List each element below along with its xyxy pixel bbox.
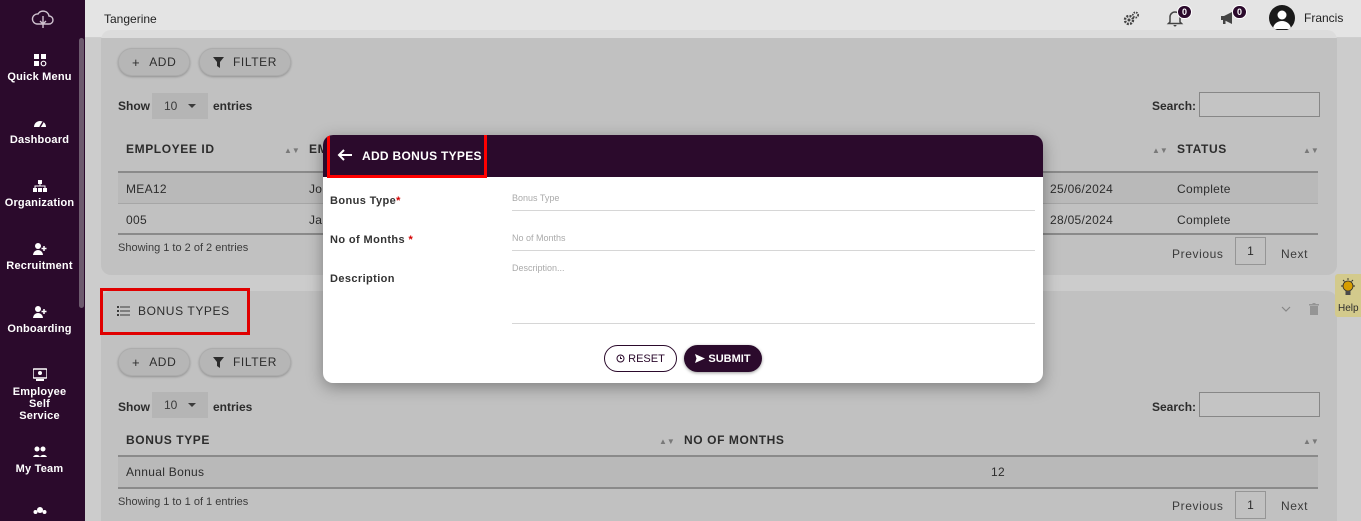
quick-menu-icon [33, 54, 46, 67]
add-bonus-types-modal: ADD BONUS TYPES Bonus Type* Bonus Type N… [323, 135, 1043, 383]
organization-icon [32, 180, 47, 192]
sidebar-item-label: Onboarding [7, 323, 72, 335]
sidebar: Quick Menu Dashboard Organization Recrui… [0, 0, 85, 521]
sidebar-item-quick-menu[interactable]: Quick Menu [0, 53, 79, 83]
sidebar-item-organization[interactable]: Organization [0, 179, 79, 209]
onboarding-icon [32, 306, 46, 318]
sidebar-item-recruitment[interactable]: Recruitment [0, 242, 79, 272]
description-textarea[interactable]: Description... [512, 263, 1035, 324]
reset-icon [616, 354, 625, 363]
sidebar-item-more[interactable] [0, 506, 79, 521]
sidebar-item-label: Dashboard [9, 134, 70, 146]
self-service-icon [32, 368, 47, 381]
user-name: Francis [1304, 11, 1344, 25]
send-icon [695, 354, 706, 363]
notifications-badge: 0 [1176, 5, 1192, 19]
app-logo[interactable] [0, 0, 85, 38]
company-name: Tangerine [104, 12, 157, 26]
no-of-months-input[interactable]: No of Months [512, 233, 1035, 251]
required-marker: * [396, 195, 401, 207]
sidebar-item-label: Recruitment [6, 260, 73, 272]
sidebar-item-label: My Team [15, 463, 64, 475]
user-avatar-icon [1273, 10, 1291, 29]
group-icon [33, 507, 46, 514]
reset-button[interactable]: RESET [604, 345, 677, 372]
sidebar-item-my-team[interactable]: My Team [0, 445, 79, 475]
user-menu[interactable]: Francis [1269, 5, 1343, 31]
team-icon [32, 446, 47, 457]
sidebar-scrollbar[interactable] [79, 38, 84, 308]
avatar [1269, 5, 1295, 31]
sidebar-item-label: Employee Self Service [12, 386, 67, 422]
no-of-months-label: No of Months * [330, 234, 414, 246]
highlight-box [327, 135, 487, 178]
bonus-type-label: Bonus Type* [330, 195, 401, 207]
cloud-logo-icon [31, 10, 54, 28]
sidebar-item-label: Organization [4, 197, 75, 209]
required-marker: * [408, 234, 414, 246]
sidebar-item-label: Quick Menu [7, 71, 72, 83]
notifications-button[interactable]: 0 [1166, 5, 1192, 29]
settings-gears-icon[interactable] [1122, 10, 1140, 28]
dashboard-icon [33, 121, 46, 128]
description-label: Description [330, 273, 395, 285]
announcements-button[interactable]: 0 [1219, 5, 1247, 29]
submit-button[interactable]: SUBMIT [684, 345, 762, 372]
sidebar-item-dashboard[interactable]: Dashboard [0, 116, 79, 146]
sidebar-item-onboarding[interactable]: Onboarding [0, 305, 79, 335]
recruitment-icon [32, 243, 46, 255]
announcements-badge: 0 [1231, 5, 1247, 19]
sidebar-item-employee-self-service[interactable]: Employee Self Service [0, 368, 79, 422]
bonus-type-input[interactable]: Bonus Type [512, 193, 1035, 211]
